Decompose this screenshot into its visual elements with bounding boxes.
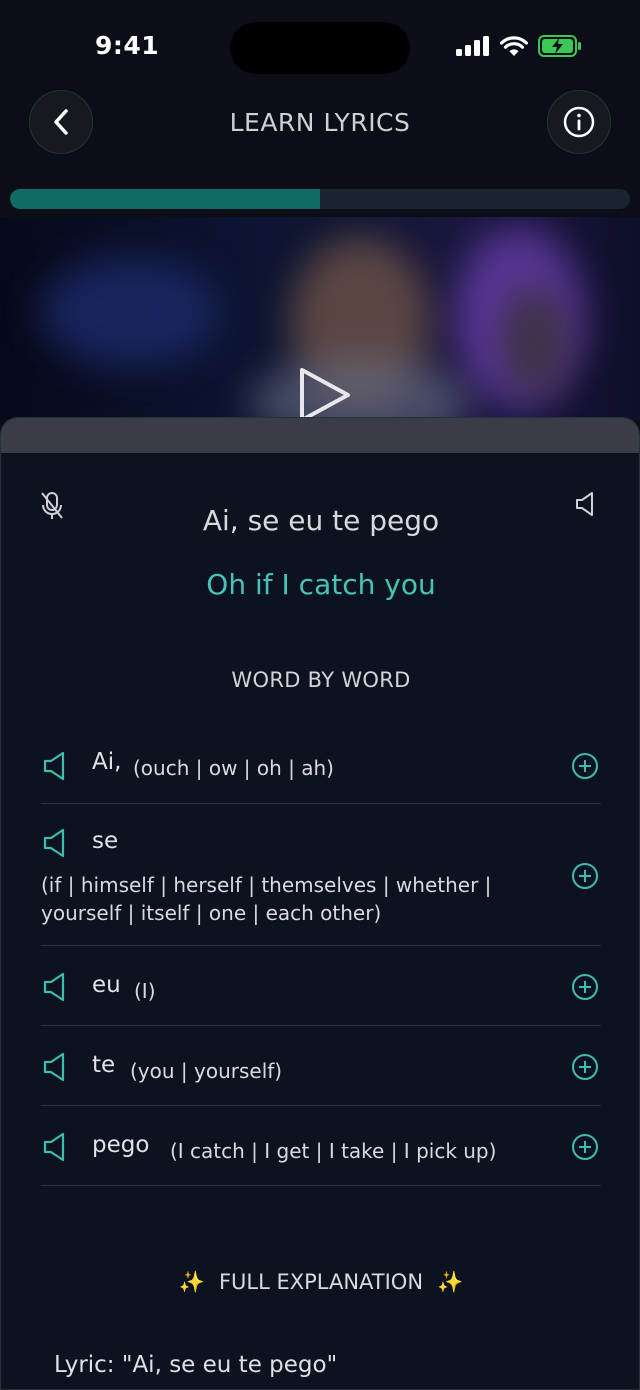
info-icon xyxy=(563,106,595,138)
word-text: te xyxy=(92,1052,116,1078)
sparkle-icon: ✨ xyxy=(437,1270,464,1294)
word-list: Ai, (ouch | ow | oh | ah) se (if | himse… xyxy=(41,723,601,1186)
plus-circle-icon[interactable] xyxy=(571,973,599,1001)
plus-circle-icon[interactable] xyxy=(571,1053,599,1081)
lesson-progress-bar xyxy=(10,189,630,209)
word-row: Ai, (ouch | ow | oh | ah) xyxy=(41,723,601,804)
speaker-icon[interactable] xyxy=(43,1052,69,1082)
word-meaning: (I) xyxy=(134,979,156,1003)
page-title: LEARN LYRICS xyxy=(229,108,411,137)
wifi-icon xyxy=(500,35,528,56)
lyric-translation: Oh if I catch you xyxy=(206,568,436,601)
word-meaning-line: (if | himself | herself | themselves | w… xyxy=(41,873,492,897)
lyric-original: Ai, se eu te pego xyxy=(202,504,440,537)
speaker-icon[interactable] xyxy=(43,972,69,1002)
speaker-icon[interactable] xyxy=(43,828,69,858)
plus-circle-icon[interactable] xyxy=(571,862,599,890)
progress-fill xyxy=(10,189,320,209)
header: LEARN LYRICS xyxy=(0,88,640,160)
word-meaning: (you | yourself) xyxy=(130,1059,283,1083)
word-row: te (you | yourself) xyxy=(41,1026,601,1106)
speaker-icon[interactable] xyxy=(43,1132,69,1162)
status-bar: 9:41 xyxy=(0,0,640,92)
explanation-text: Lyric: "Ai, se eu te pego" xyxy=(54,1352,338,1378)
word-by-word-heading: WORD BY WORD xyxy=(231,668,411,692)
video-player[interactable] xyxy=(0,217,640,420)
status-icons xyxy=(456,35,582,57)
word-text: pego xyxy=(92,1132,150,1158)
word-meaning: (I catch | I get | I take | I pick up) xyxy=(170,1139,497,1163)
signal-icon xyxy=(456,36,489,56)
battery-icon xyxy=(538,35,581,57)
word-text: eu xyxy=(92,972,121,998)
info-button[interactable] xyxy=(547,90,611,154)
background-figure xyxy=(500,287,570,397)
play-icon[interactable] xyxy=(296,365,354,420)
status-time: 9:41 xyxy=(95,31,160,60)
word-row: pego (I catch | I get | I take | I pick … xyxy=(41,1106,601,1186)
word-row: se (if | himself | herself | themselves … xyxy=(41,804,601,946)
stage-light xyxy=(40,257,220,367)
word-meaning: (if | himself | herself | themselves | w… xyxy=(41,871,511,927)
dynamic-island xyxy=(230,22,410,74)
plus-circle-icon[interactable] xyxy=(571,1133,599,1161)
panel-handle-bar xyxy=(1,418,639,453)
word-text: Ai, xyxy=(92,749,122,775)
lyrics-panel: Ai, se eu te pego Oh if I catch you WORD… xyxy=(0,417,640,1390)
word-meaning-line: yourself | itself | one | each other) xyxy=(41,901,382,925)
performer-shirt xyxy=(250,357,470,420)
full-explanation-label: FULL EXPLANATION xyxy=(218,1270,424,1294)
word-row: eu (I) xyxy=(41,946,601,1026)
plus-circle-icon[interactable] xyxy=(571,752,599,780)
sparkle-icon: ✨ xyxy=(178,1270,205,1294)
word-meaning: (ouch | ow | oh | ah) xyxy=(133,756,334,780)
word-text: se xyxy=(92,828,119,854)
speaker-icon[interactable] xyxy=(43,751,69,781)
full-explanation-heading[interactable]: ✨ FULL EXPLANATION ✨ xyxy=(1,1270,640,1295)
